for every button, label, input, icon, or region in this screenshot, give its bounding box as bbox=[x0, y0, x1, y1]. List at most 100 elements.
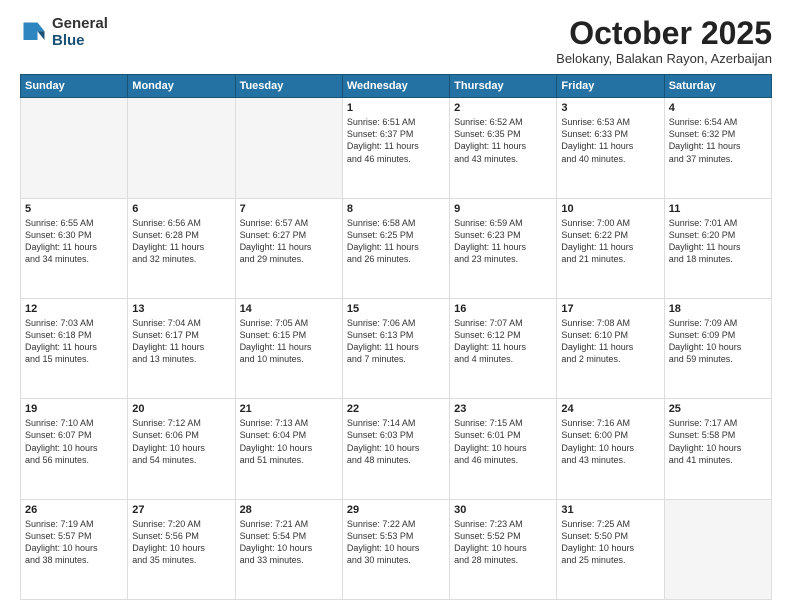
calendar-cell: 26 Sunrise: 7:19 AMSunset: 5:57 PMDayligh… bbox=[21, 499, 128, 599]
calendar-cell: 16 Sunrise: 7:07 AMSunset: 6:12 PMDayligh… bbox=[450, 298, 557, 398]
calendar-cell: 31Sunrise: 7:25 AMSunset: 5:50 PMDayligh… bbox=[557, 499, 664, 599]
calendar-cell: 23 Sunrise: 7:15 AMSunset: 6:01 PMDayligh… bbox=[450, 399, 557, 499]
day-number: 8 bbox=[347, 203, 445, 215]
day-info: Sunrise: 7:05 AMSunset: 6:15 PMDaylight:… bbox=[240, 317, 338, 366]
day-number: 5 bbox=[25, 203, 123, 215]
col-saturday: Saturday bbox=[664, 75, 771, 98]
day-info: Sunrise: 6:54 AMSunset: 6:32 PMDaylight:… bbox=[669, 116, 767, 165]
day-info: Sunrise: 7:00 AMSunset: 6:22 PMDaylight:… bbox=[561, 217, 659, 266]
calendar-cell: 8 Sunrise: 6:58 AMSunset: 6:25 PMDaylight… bbox=[342, 198, 449, 298]
day-info: Sunrise: 7:06 AMSunset: 6:13 PMDaylight:… bbox=[347, 317, 445, 366]
logo-general: General bbox=[52, 16, 108, 33]
logo-blue: Blue bbox=[52, 33, 108, 50]
col-tuesday: Tuesday bbox=[235, 75, 342, 98]
logo-icon bbox=[20, 19, 48, 47]
title-block: October 2025 Belokany, Balakan Rayon, Az… bbox=[556, 16, 772, 66]
day-info: Sunrise: 7:23 AMSunset: 5:52 PMDaylight:… bbox=[454, 518, 552, 567]
day-number: 2 bbox=[454, 102, 552, 114]
day-number: 9 bbox=[454, 203, 552, 215]
day-info: Sunrise: 7:17 AMSunset: 5:58 PMDaylight:… bbox=[669, 417, 767, 466]
day-number: 11 bbox=[669, 203, 767, 215]
day-info: Sunrise: 7:03 AMSunset: 6:18 PMDaylight:… bbox=[25, 317, 123, 366]
calendar-cell: 9 Sunrise: 6:59 AMSunset: 6:23 PMDaylight… bbox=[450, 198, 557, 298]
col-sunday: Sunday bbox=[21, 75, 128, 98]
day-number: 29 bbox=[347, 504, 445, 516]
day-number: 30 bbox=[454, 504, 552, 516]
calendar-cell: 7 Sunrise: 6:57 AMSunset: 6:27 PMDaylight… bbox=[235, 198, 342, 298]
calendar-cell: 11 Sunrise: 7:01 AMSunset: 6:20 PMDayligh… bbox=[664, 198, 771, 298]
day-info: Sunrise: 7:13 AMSunset: 6:04 PMDaylight:… bbox=[240, 417, 338, 466]
calendar-cell: 25 Sunrise: 7:17 AMSunset: 5:58 PMDayligh… bbox=[664, 399, 771, 499]
day-number: 13 bbox=[132, 303, 230, 315]
day-info: Sunrise: 6:55 AMSunset: 6:30 PMDaylight:… bbox=[25, 217, 123, 266]
day-number: 23 bbox=[454, 403, 552, 415]
day-info: Sunrise: 7:08 AMSunset: 6:10 PMDaylight:… bbox=[561, 317, 659, 366]
day-info: Sunrise: 6:58 AMSunset: 6:25 PMDaylight:… bbox=[347, 217, 445, 266]
day-info: Sunrise: 6:56 AMSunset: 6:28 PMDaylight:… bbox=[132, 217, 230, 266]
day-info: Sunrise: 7:14 AMSunset: 6:03 PMDaylight:… bbox=[347, 417, 445, 466]
calendar-cell bbox=[128, 98, 235, 198]
calendar-cell: 12Sunrise: 7:03 AMSunset: 6:18 PMDayligh… bbox=[21, 298, 128, 398]
calendar-cell: 4 Sunrise: 6:54 AMSunset: 6:32 PMDaylight… bbox=[664, 98, 771, 198]
calendar-table: Sunday Monday Tuesday Wednesday Thursday… bbox=[20, 74, 772, 600]
calendar-cell: 29Sunrise: 7:22 AMSunset: 5:53 PMDayligh… bbox=[342, 499, 449, 599]
day-info: Sunrise: 7:19 AMSunset: 5:57 PMDaylight:… bbox=[25, 518, 123, 567]
calendar-header-row: Sunday Monday Tuesday Wednesday Thursday… bbox=[21, 75, 772, 98]
col-wednesday: Wednesday bbox=[342, 75, 449, 98]
day-number: 27 bbox=[132, 504, 230, 516]
calendar-cell: 30 Sunrise: 7:23 AMSunset: 5:52 PMDayligh… bbox=[450, 499, 557, 599]
day-number: 17 bbox=[561, 303, 659, 315]
day-number: 28 bbox=[240, 504, 338, 516]
calendar-cell: 27 Sunrise: 7:20 AMSunset: 5:56 PMDayligh… bbox=[128, 499, 235, 599]
calendar-cell: 17 Sunrise: 7:08 AMSunset: 6:10 PMDayligh… bbox=[557, 298, 664, 398]
calendar-cell: 3Sunrise: 6:53 AMSunset: 6:33 PMDaylight… bbox=[557, 98, 664, 198]
day-number: 20 bbox=[132, 403, 230, 415]
day-info: Sunrise: 7:20 AMSunset: 5:56 PMDaylight:… bbox=[132, 518, 230, 567]
day-info: Sunrise: 7:15 AMSunset: 6:01 PMDaylight:… bbox=[454, 417, 552, 466]
day-info: Sunrise: 7:07 AMSunset: 6:12 PMDaylight:… bbox=[454, 317, 552, 366]
day-info: Sunrise: 7:21 AMSunset: 5:54 PMDaylight:… bbox=[240, 518, 338, 567]
col-thursday: Thursday bbox=[450, 75, 557, 98]
day-info: Sunrise: 7:01 AMSunset: 6:20 PMDaylight:… bbox=[669, 217, 767, 266]
day-number: 25 bbox=[669, 403, 767, 415]
day-info: Sunrise: 7:09 AMSunset: 6:09 PMDaylight:… bbox=[669, 317, 767, 366]
calendar-cell: 18Sunrise: 7:09 AMSunset: 6:09 PMDayligh… bbox=[664, 298, 771, 398]
logo-text: General Blue bbox=[52, 16, 108, 49]
day-info: Sunrise: 6:52 AMSunset: 6:35 PMDaylight:… bbox=[454, 116, 552, 165]
calendar-cell: 15 Sunrise: 7:06 AMSunset: 6:13 PMDayligh… bbox=[342, 298, 449, 398]
location: Belokany, Balakan Rayon, Azerbaijan bbox=[556, 51, 772, 66]
day-number: 19 bbox=[25, 403, 123, 415]
calendar-cell: 10 Sunrise: 7:00 AMSunset: 6:22 PMDayligh… bbox=[557, 198, 664, 298]
day-number: 7 bbox=[240, 203, 338, 215]
week-row-1: 1Sunrise: 6:51 AMSunset: 6:37 PMDaylight… bbox=[21, 98, 772, 198]
day-number: 10 bbox=[561, 203, 659, 215]
day-number: 15 bbox=[347, 303, 445, 315]
day-number: 14 bbox=[240, 303, 338, 315]
day-number: 31 bbox=[561, 504, 659, 516]
day-number: 22 bbox=[347, 403, 445, 415]
week-row-2: 5 Sunrise: 6:55 AMSunset: 6:30 PMDaylight… bbox=[21, 198, 772, 298]
calendar-cell: 28 Sunrise: 7:21 AMSunset: 5:54 PMDayligh… bbox=[235, 499, 342, 599]
day-info: Sunrise: 6:53 AMSunset: 6:33 PMDaylight:… bbox=[561, 116, 659, 165]
week-row-5: 26 Sunrise: 7:19 AMSunset: 5:57 PMDayligh… bbox=[21, 499, 772, 599]
calendar-cell: 14 Sunrise: 7:05 AMSunset: 6:15 PMDayligh… bbox=[235, 298, 342, 398]
day-info: Sunrise: 6:57 AMSunset: 6:27 PMDaylight:… bbox=[240, 217, 338, 266]
calendar-cell: 5 Sunrise: 6:55 AMSunset: 6:30 PMDaylight… bbox=[21, 198, 128, 298]
day-number: 26 bbox=[25, 504, 123, 516]
week-row-3: 12Sunrise: 7:03 AMSunset: 6:18 PMDayligh… bbox=[21, 298, 772, 398]
logo: General Blue bbox=[20, 16, 108, 49]
day-number: 4 bbox=[669, 102, 767, 114]
calendar-cell: 6 Sunrise: 6:56 AMSunset: 6:28 PMDaylight… bbox=[128, 198, 235, 298]
calendar-cell: 22 Sunrise: 7:14 AMSunset: 6:03 PMDayligh… bbox=[342, 399, 449, 499]
day-number: 6 bbox=[132, 203, 230, 215]
calendar-cell bbox=[664, 499, 771, 599]
day-number: 16 bbox=[454, 303, 552, 315]
week-row-4: 19Sunrise: 7:10 AMSunset: 6:07 PMDayligh… bbox=[21, 399, 772, 499]
calendar-cell: 1Sunrise: 6:51 AMSunset: 6:37 PMDaylight… bbox=[342, 98, 449, 198]
day-info: Sunrise: 6:59 AMSunset: 6:23 PMDaylight:… bbox=[454, 217, 552, 266]
calendar-cell: 19Sunrise: 7:10 AMSunset: 6:07 PMDayligh… bbox=[21, 399, 128, 499]
calendar-cell: 24Sunrise: 7:16 AMSunset: 6:00 PMDayligh… bbox=[557, 399, 664, 499]
header: General Blue October 2025 Belokany, Bala… bbox=[20, 16, 772, 66]
day-info: Sunrise: 7:16 AMSunset: 6:00 PMDaylight:… bbox=[561, 417, 659, 466]
page: General Blue October 2025 Belokany, Bala… bbox=[0, 0, 792, 612]
